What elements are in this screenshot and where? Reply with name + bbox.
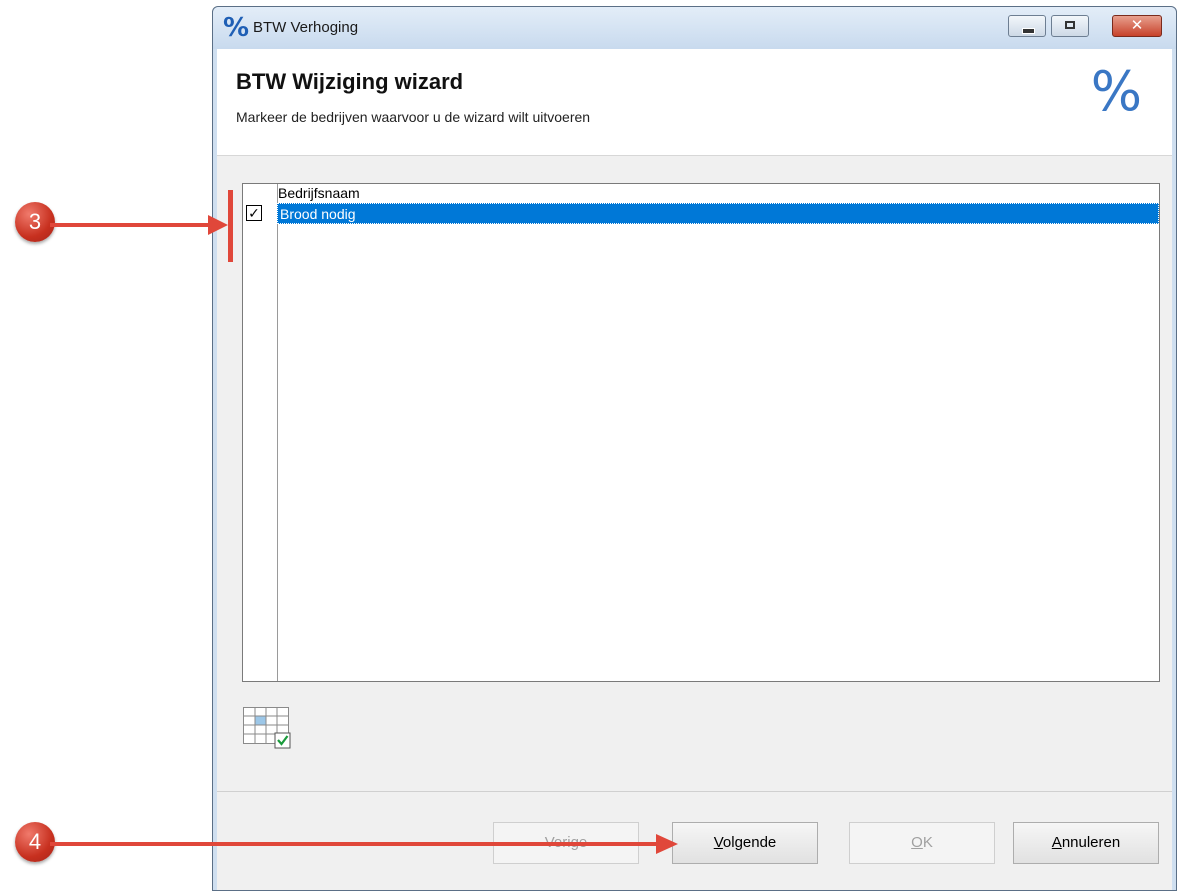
selection-column	[243, 184, 278, 681]
wizard-header: BTW Wijziging wizard Markeer de bedrijve…	[217, 49, 1172, 156]
column-header-label: Bedrijfsnaam	[278, 185, 360, 201]
percent-large-icon: %	[1090, 60, 1142, 123]
cancel-mnemonic: A	[1051, 834, 1062, 851]
wizard-content: BTW Wijziging wizard Markeer de bedrijve…	[217, 49, 1172, 890]
ok-mnemonic: O	[911, 834, 923, 851]
title-bar[interactable]: % BTW Verhoging ✕	[213, 7, 1176, 49]
row-checkbox[interactable]: ✓	[246, 205, 262, 221]
wizard-window: % BTW Verhoging ✕ BTW Wijziging wizard M…	[212, 6, 1177, 891]
annotation-arrow-3	[50, 215, 228, 235]
maximize-button[interactable]	[1051, 15, 1089, 37]
wizard-title: BTW Wijziging wizard	[236, 69, 464, 94]
wizard-subtitle: Markeer de bedrijven waarvoor u de wizar…	[236, 109, 591, 125]
checkmark-icon: ✓	[248, 205, 260, 221]
select-all-grid-icon[interactable]	[242, 706, 292, 750]
ok-label: K	[922, 834, 933, 851]
maximize-icon	[1065, 21, 1075, 29]
minimize-icon	[1022, 28, 1035, 34]
minimize-button[interactable]	[1008, 15, 1046, 37]
annotation-bracket-3	[228, 190, 233, 262]
annotation-arrow-4	[50, 834, 678, 854]
ok-button[interactable]: OK	[849, 822, 995, 864]
close-icon: ✕	[1130, 17, 1144, 34]
annotation-badge-4: 4	[15, 822, 55, 862]
next-mnemonic: V	[713, 834, 723, 851]
column-header-bedrijfsnaam[interactable]: Bedrijfsnaam	[277, 184, 1159, 204]
company-grid[interactable]: Bedrijfsnaam ✓ Brood nodig	[242, 183, 1160, 682]
next-button[interactable]: Volgende	[672, 822, 818, 864]
cancel-button[interactable]: Annuleren	[1013, 822, 1159, 864]
table-row[interactable]: ✓ Brood nodig	[243, 203, 1159, 224]
window-title: BTW Verhoging	[253, 19, 359, 36]
close-button[interactable]: ✕	[1112, 15, 1162, 37]
company-name-cell[interactable]: Brood nodig	[277, 203, 1159, 224]
annotation-badge-3: 3	[15, 202, 55, 242]
next-label: olgende	[722, 834, 777, 851]
cancel-label: nnuleren	[1061, 834, 1121, 851]
percent-icon: %	[223, 13, 250, 43]
